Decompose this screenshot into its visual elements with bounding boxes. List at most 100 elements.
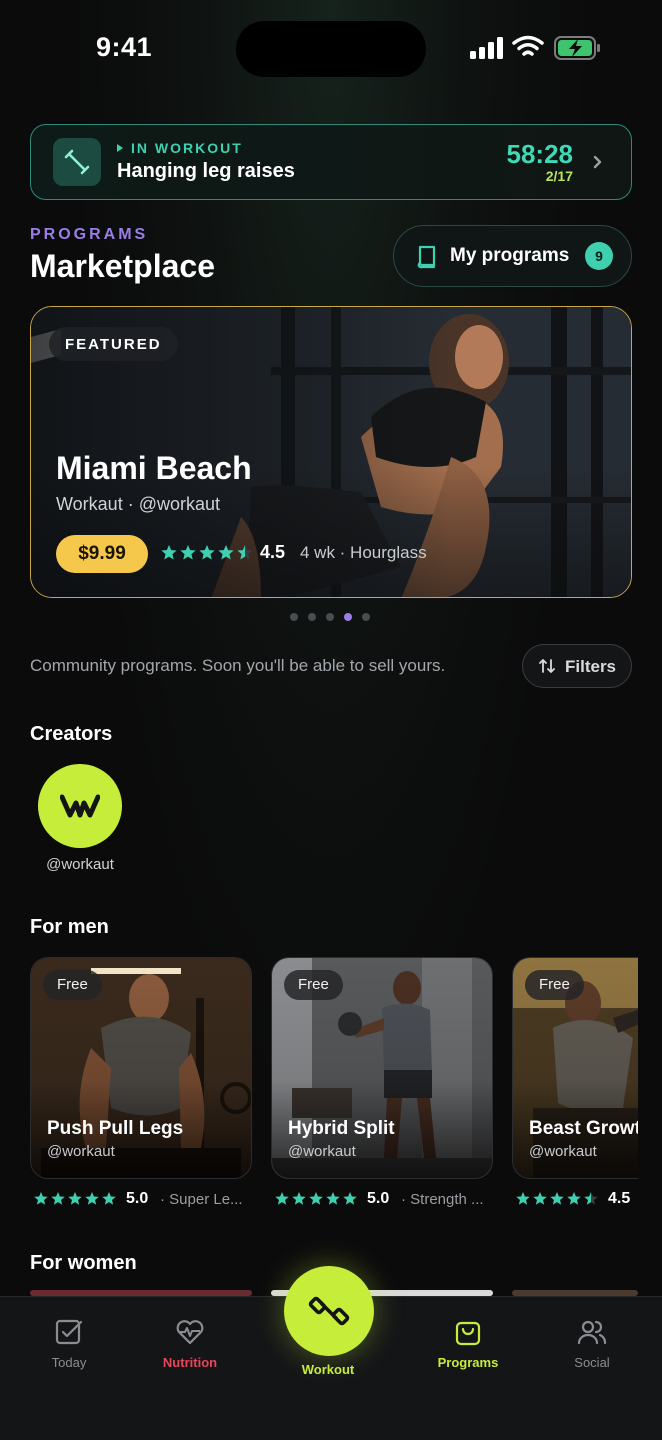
featured-program-card[interactable]: FEATURED Miami Beach Workaut · @workaut …: [30, 306, 632, 598]
star-filled: [180, 545, 196, 560]
star-filled: [343, 1192, 357, 1205]
tab-today[interactable]: Today: [19, 1317, 119, 1370]
program-card[interactable]: Free Beast Growt @workaut: [512, 957, 638, 1179]
wifi-icon: [512, 35, 544, 56]
star-filled: [34, 1192, 48, 1205]
pager-dot[interactable]: [326, 613, 334, 621]
cellular-signal-icon: [470, 37, 503, 59]
program-title: Hybrid Split: [288, 1118, 395, 1139]
program-rating: 4.5: [608, 1190, 631, 1207]
tab-workout-label: Workout: [301, 1362, 355, 1377]
status-time: 9:41: [96, 32, 153, 62]
star-filled: [309, 1192, 323, 1205]
workout-status-label: IN WORKOUT: [131, 140, 243, 156]
tab-programs-label: Programs: [437, 1355, 499, 1370]
pager-dot[interactable]: [344, 613, 352, 621]
users-icon: [577, 1320, 607, 1345]
star-filled: [199, 545, 215, 560]
program-handle: @workaut: [529, 1143, 597, 1160]
featured-program-title: Miami Beach: [56, 450, 252, 486]
featured-badge: FEATURED: [49, 327, 178, 361]
creator-handle: @workaut: [46, 856, 114, 873]
workout-fab-button[interactable]: [284, 1266, 374, 1356]
shopping-bag-icon: [455, 1321, 481, 1346]
pager-dot[interactable]: [290, 613, 298, 621]
star-filled: [68, 1192, 82, 1205]
star-rating-icon: [34, 1192, 116, 1205]
in-workout-banner[interactable]: IN WORKOUT Hanging leg raises 58:28 2/17: [30, 124, 632, 200]
creators-heading: Creators: [30, 723, 113, 745]
my-programs-label: My programs: [450, 245, 570, 266]
my-programs-count-badge: 9: [585, 242, 613, 270]
star-filled: [85, 1192, 99, 1205]
program-handle: @workaut: [288, 1143, 356, 1160]
price-badge: Free: [43, 970, 102, 1000]
dumbbell-icon: [308, 1296, 350, 1326]
sort-arrows-icon: [539, 659, 555, 673]
program-card[interactable]: Free Hybrid Split @workaut: [271, 957, 493, 1179]
star-filled: [292, 1192, 306, 1205]
program-tag: · Strength ...: [401, 1191, 484, 1208]
my-programs-button[interactable]: My programs 9: [393, 225, 632, 287]
exercise-progress: 2/17: [545, 168, 573, 184]
workout-icon-tile: [53, 138, 101, 186]
star-filled: [516, 1192, 530, 1205]
program-title: Beast Growt: [529, 1118, 638, 1139]
filters-button[interactable]: Filters: [522, 644, 632, 688]
star-filled: [161, 545, 177, 560]
star-filled: [275, 1192, 289, 1205]
tab-programs[interactable]: Programs: [418, 1317, 518, 1370]
star-filled: [102, 1192, 116, 1205]
program-card[interactable]: Free Push Pull Legs @workaut: [30, 957, 252, 1179]
program-rating: 5.0: [126, 1190, 149, 1207]
checkbox-icon: [55, 1319, 83, 1345]
star-filled: [51, 1192, 65, 1205]
screen: 9:41 IN WORKOUT Hanging leg raises 58:28…: [0, 0, 662, 1440]
featured-price-badge: $9.99: [56, 535, 148, 573]
creator-avatar: [38, 764, 122, 848]
tab-nutrition-label: Nutrition: [162, 1355, 218, 1370]
tab-nutrition[interactable]: Nutrition: [140, 1317, 240, 1370]
page-title: Marketplace: [30, 248, 215, 284]
chevron-right-icon: [593, 155, 602, 169]
current-exercise: Hanging leg raises: [117, 160, 295, 182]
status-bar: 9:41: [0, 0, 662, 100]
filters-label: Filters: [565, 657, 617, 676]
section-overline: PROGRAMS: [30, 226, 149, 243]
workout-timer: 58:28: [506, 139, 574, 169]
dynamic-island: [236, 21, 426, 77]
star-filled: [550, 1192, 564, 1205]
for-women-heading: For women: [30, 1252, 137, 1274]
pager-dot[interactable]: [362, 613, 370, 621]
dumbbell-icon: [64, 149, 90, 175]
program-tag: · Super Le...: [160, 1191, 243, 1208]
featured-rating: 4.5: [260, 542, 286, 562]
star-rating-icon: [161, 545, 253, 560]
featured-badge-label: FEATURED: [65, 335, 162, 353]
program-rating: 5.0: [367, 1190, 390, 1207]
star-rating-icon: [275, 1192, 357, 1205]
workaut-logo-icon: [60, 794, 100, 818]
for-men-carousel[interactable]: Free Push Pull Legs @workaut 5.0 · Super…: [30, 957, 638, 1217]
community-note: Community programs. Soon you'll be able …: [30, 656, 446, 675]
program-handle: @workaut: [47, 1143, 115, 1160]
star-filled: [326, 1192, 340, 1205]
price-badge: Free: [284, 970, 343, 1000]
tab-social[interactable]: Social: [542, 1317, 642, 1370]
pager-dot[interactable]: [308, 613, 316, 621]
for-men-heading: For men: [30, 916, 109, 938]
price-badge: Free: [525, 970, 584, 1000]
tab-social-label: Social: [574, 1355, 610, 1370]
play-indicator-icon: [117, 144, 123, 152]
book-icon: [417, 245, 436, 269]
tab-today-label: Today: [51, 1355, 87, 1370]
featured-program-subtitle: Workaut · @workaut: [56, 494, 220, 514]
star-filled: [533, 1192, 547, 1205]
carousel-pager: [290, 613, 370, 621]
star-filled: [218, 545, 234, 560]
creator-item[interactable]: @workaut: [38, 764, 122, 873]
star-filled: [567, 1192, 581, 1205]
battery-charging-icon: [554, 36, 600, 60]
program-title: Push Pull Legs: [47, 1118, 184, 1139]
featured-meta: 4 wk · Hourglass: [300, 543, 427, 562]
